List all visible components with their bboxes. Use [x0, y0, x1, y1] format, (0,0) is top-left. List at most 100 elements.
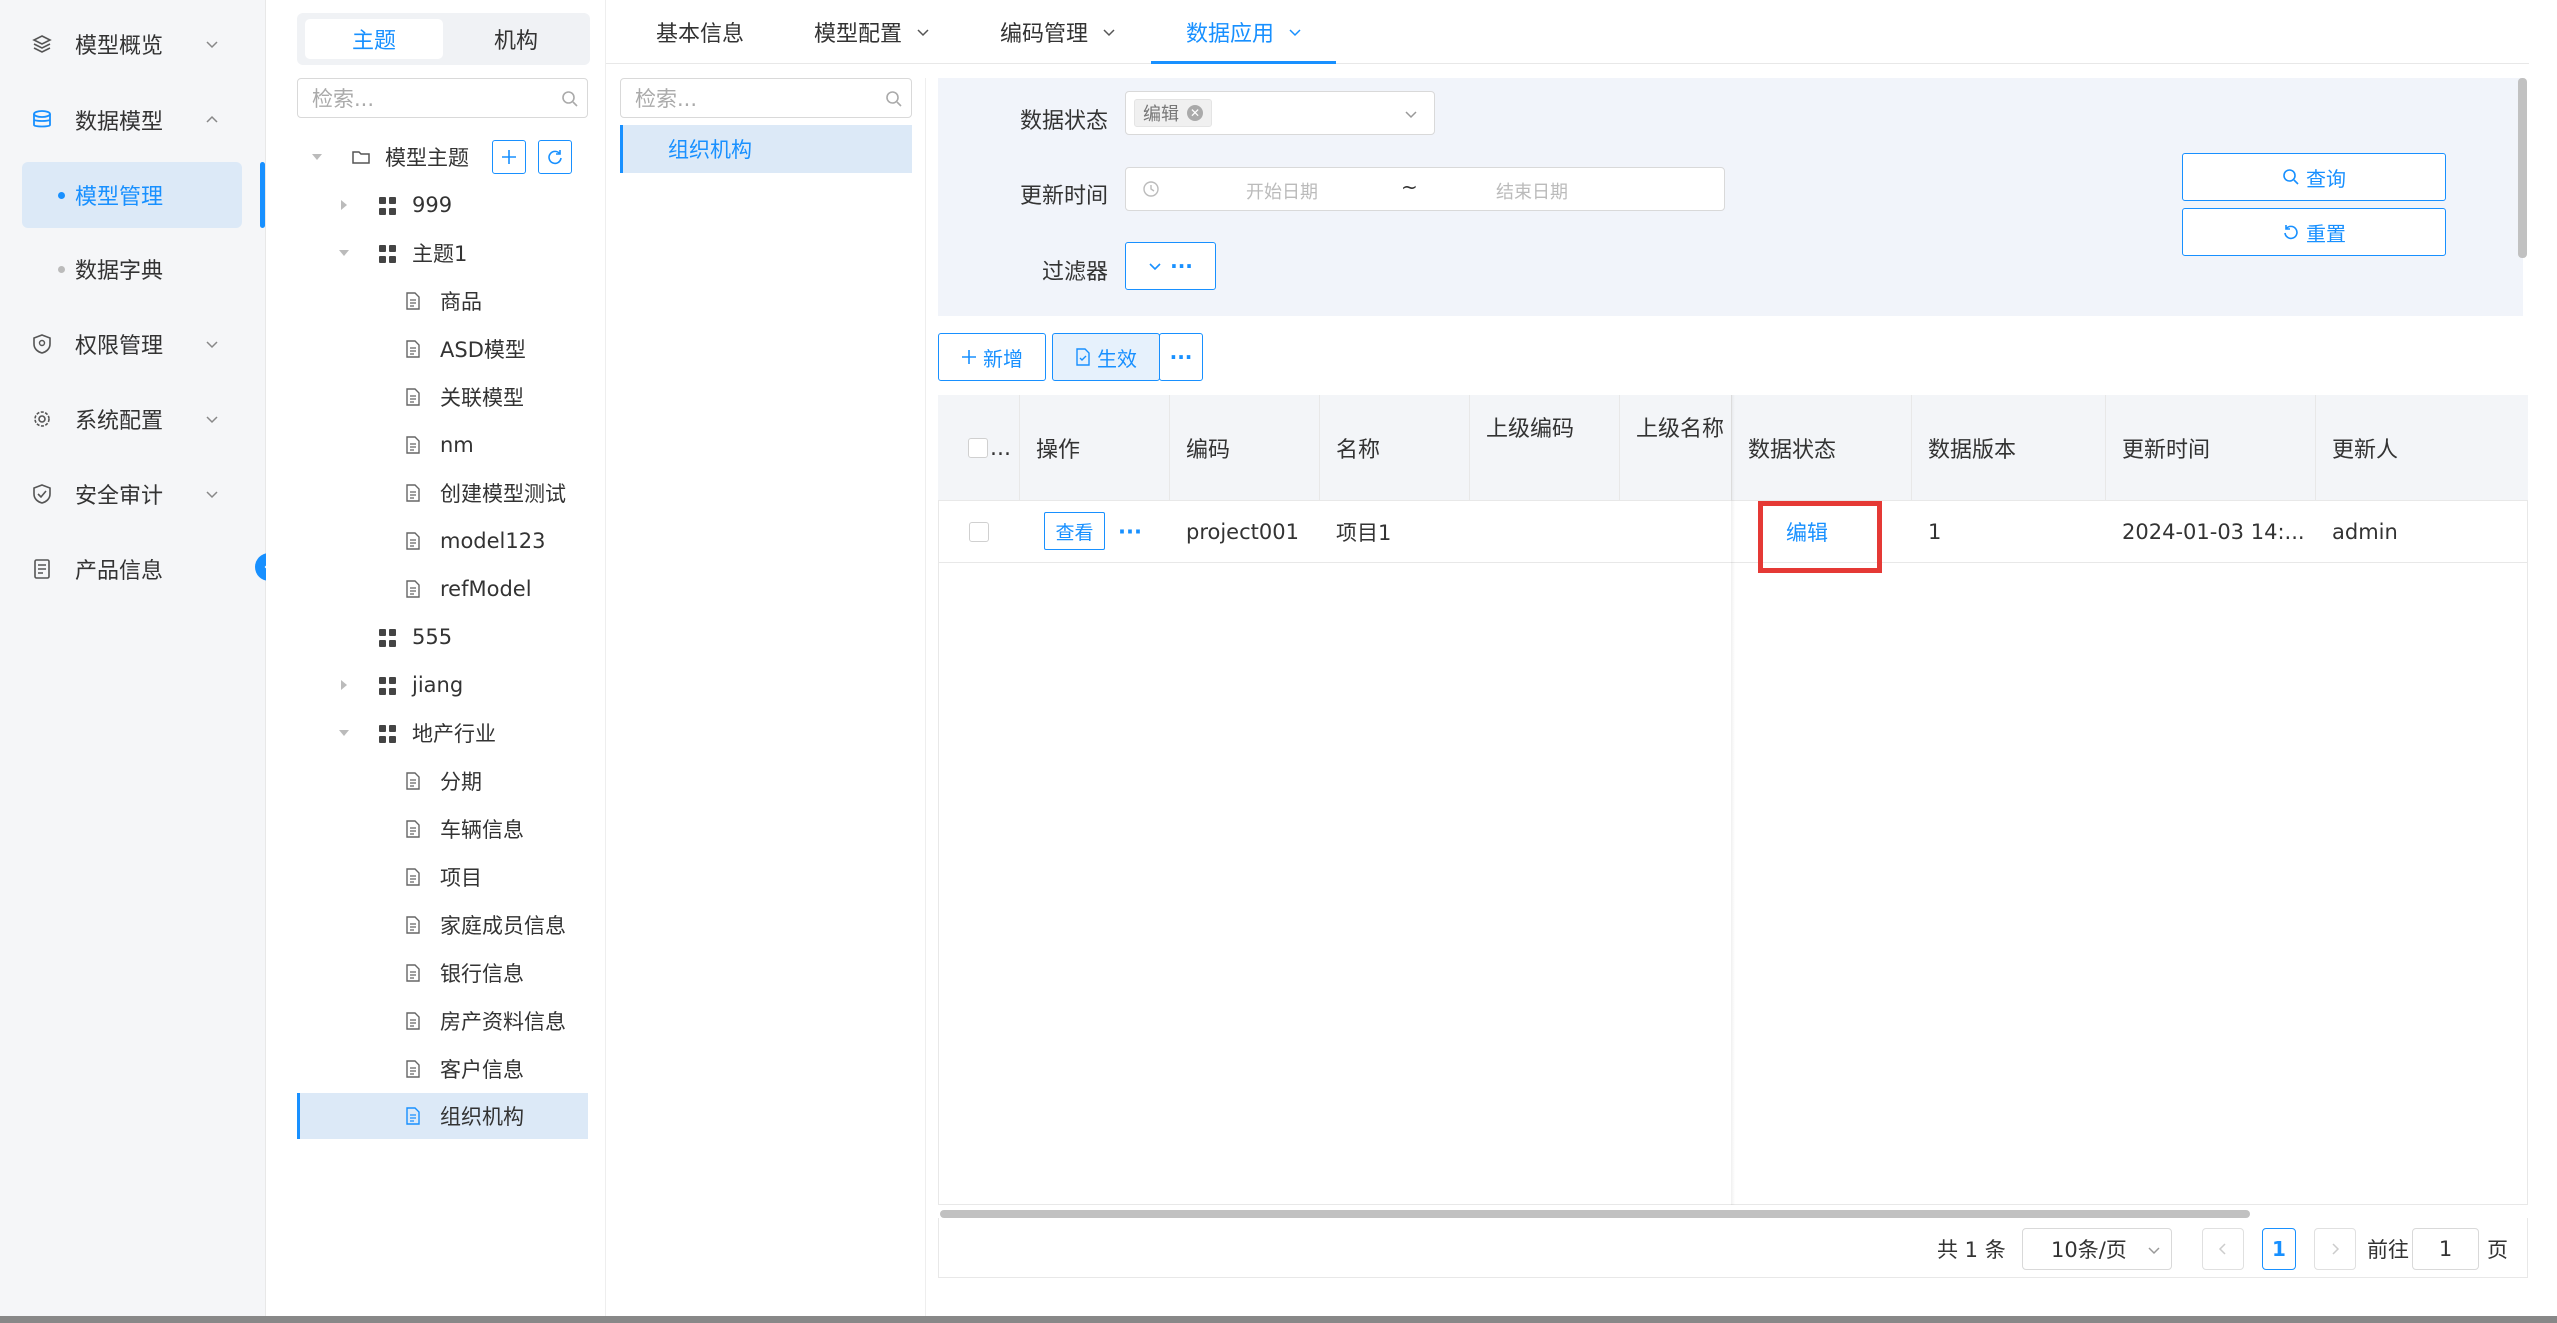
tree-leaf[interactable]: ASD模型	[297, 329, 588, 369]
tree-leaf[interactable]: refModel	[297, 569, 588, 609]
segment-theme[interactable]: 主题	[305, 19, 443, 59]
nav-item-system-config[interactable]: 系统配置	[0, 394, 266, 444]
plus-icon	[962, 350, 976, 364]
tree-node-label: 项目	[440, 866, 482, 890]
col-header-data-status: 数据状态	[1732, 395, 1912, 501]
tree-node-label: refModel	[440, 577, 532, 601]
search-icon	[886, 91, 902, 107]
chevron-up-icon	[206, 115, 218, 123]
select-all-ellipsis: ...	[990, 435, 1011, 461]
tree-leaf[interactable]: 家庭成员信息	[297, 905, 588, 945]
status-select[interactable]: 编辑 ✕	[1125, 91, 1435, 135]
tree-node-theme1[interactable]: 主题1	[297, 233, 588, 273]
tree-leaf[interactable]: 银行信息	[297, 953, 588, 993]
filter-label: 过滤器	[1041, 260, 1108, 285]
nav-item-permissions[interactable]: 权限管理	[0, 319, 266, 369]
tree-search-input[interactable]: 检索...	[297, 78, 588, 118]
tree-node-jiang[interactable]: jiang	[297, 665, 588, 705]
tree-node-label: 家庭成员信息	[440, 914, 566, 938]
search-placeholder: 检索...	[312, 87, 375, 111]
next-page-button[interactable]	[2314, 1228, 2356, 1270]
segmented-control: 主题 机构	[297, 13, 590, 65]
tree-leaf[interactable]: nm	[297, 425, 588, 465]
tree-leaf[interactable]: 房产资料信息	[297, 1001, 588, 1041]
tree-leaf[interactable]: model123	[297, 521, 588, 561]
chevron-down-icon	[2148, 1247, 2160, 1255]
panel-divider	[925, 78, 926, 1323]
file-icon	[406, 916, 420, 934]
tree-leaf[interactable]: 车辆信息	[297, 809, 588, 849]
nav-item-data-model[interactable]: 数据模型	[0, 95, 266, 145]
horizontal-scrollbar-thumb[interactable]	[940, 1210, 2250, 1218]
tree-leaf[interactable]: 创建模型测试	[297, 473, 588, 513]
nav-item-product-info[interactable]: 产品信息	[0, 544, 266, 594]
prev-page-button[interactable]	[2202, 1228, 2244, 1270]
status-label: 数据状态	[1019, 109, 1108, 134]
page-button-1[interactable]: 1	[2262, 1228, 2296, 1270]
file-icon	[406, 1107, 420, 1125]
tab-basic-info[interactable]: 基本信息	[656, 0, 744, 64]
row-checkbox[interactable]	[969, 522, 989, 542]
org-list-item-selected[interactable]: 组织机构	[620, 125, 912, 173]
tree-leaf[interactable]: 分期	[297, 761, 588, 801]
add-button[interactable]: 新增	[938, 333, 1046, 381]
activate-button[interactable]: 生效	[1052, 333, 1160, 381]
tree-node-label: 组织机构	[440, 1105, 524, 1129]
close-icon[interactable]: ✕	[1187, 105, 1203, 121]
tree-leaf[interactable]: 项目	[297, 857, 588, 897]
bullet-dot-icon	[58, 265, 65, 273]
start-date-placeholder[interactable]: 开始日期	[1246, 178, 1318, 204]
tree-node-555[interactable]: 555	[297, 617, 588, 657]
refresh-tree-button[interactable]	[538, 140, 572, 174]
chevron-right-icon	[2332, 1243, 2340, 1255]
nav-item-model-overview[interactable]: 模型概览	[0, 19, 266, 69]
fixed-column-shadow	[1731, 395, 1735, 1205]
segment-organization[interactable]: 机构	[447, 19, 585, 59]
goto-page-input[interactable]: 1	[2412, 1228, 2479, 1270]
org-search-input[interactable]: 检索...	[620, 78, 912, 118]
chevron-down-icon	[206, 341, 218, 349]
end-date-placeholder[interactable]: 结束日期	[1496, 178, 1568, 204]
select-all-checkbox[interactable]	[968, 438, 988, 458]
window-bottom-edge	[0, 1316, 2557, 1323]
tree-node-999[interactable]: 999	[297, 185, 588, 225]
view-button[interactable]: 查看	[1044, 512, 1105, 550]
tree-node-real-estate[interactable]: 地产行业	[297, 713, 588, 753]
tree-leaf[interactable]: 关联模型	[297, 377, 588, 417]
query-button[interactable]: 查询	[2182, 153, 2446, 201]
layers-icon	[30, 32, 54, 56]
toolbar-more-button[interactable]: ···	[1159, 333, 1203, 381]
vertical-scrollbar[interactable]	[2518, 78, 2527, 258]
nav-item-security-audit[interactable]: 安全审计	[0, 469, 266, 519]
tree-leaf-selected[interactable]: 组织机构	[297, 1096, 588, 1136]
tree-leaf[interactable]: 客户信息	[297, 1049, 588, 1089]
total-count: 共 1 条	[1937, 1238, 2006, 1262]
tab-model-config[interactable]: 模型配置	[814, 0, 930, 64]
page-size-select[interactable]: 10条/页	[2022, 1228, 2172, 1270]
chevron-down-icon	[1103, 29, 1115, 37]
file-icon	[406, 388, 420, 406]
tree-leaf[interactable]: 商品	[297, 281, 588, 321]
grid-icon	[379, 629, 397, 647]
filter-dropdown-button[interactable]: ···	[1125, 242, 1216, 290]
row-more-button[interactable]: ···	[1110, 502, 1142, 562]
nav-sub-label: 数据字典	[75, 259, 164, 284]
document-check-icon	[1076, 348, 1090, 366]
tree-node-label: ASD模型	[440, 338, 526, 362]
side-navigation: 模型概览 数据模型 模型管理 数据字典 权限管理 系统配置 安全审计 产品信息	[0, 0, 266, 1323]
nav-label: 模型概览	[75, 34, 164, 59]
select-all-cell[interactable]: ...	[938, 395, 1020, 501]
page-size-label: 10条/页	[2051, 1238, 2127, 1262]
nav-sub-item-model-management[interactable]: 模型管理	[22, 162, 242, 228]
col-header-parent-name: 上级名称	[1620, 395, 1732, 501]
reset-button[interactable]: 重置	[2182, 208, 2446, 256]
more-label: ···	[1170, 254, 1193, 278]
file-icon	[406, 1012, 420, 1030]
date-range-picker[interactable]: 开始日期 ~ 结束日期	[1125, 167, 1725, 211]
add-node-button[interactable]	[492, 140, 526, 174]
tree-node-label: 模型主题	[385, 146, 469, 170]
chevron-down-icon	[917, 29, 929, 37]
nav-sub-item-data-dictionary[interactable]: 数据字典	[22, 236, 242, 302]
tab-code-management[interactable]: 编码管理	[1000, 0, 1116, 64]
tab-data-application[interactable]: 数据应用	[1186, 0, 1302, 64]
